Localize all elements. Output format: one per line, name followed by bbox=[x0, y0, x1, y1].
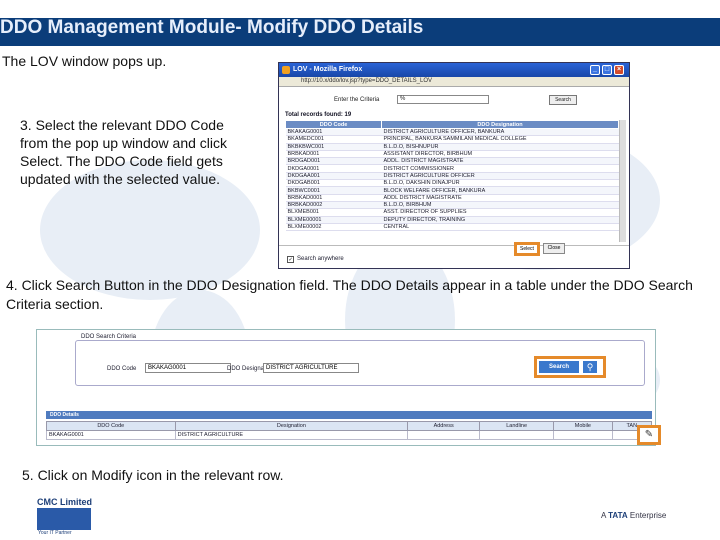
cmc-logo bbox=[37, 508, 91, 530]
ddo-code-label: DDO Code bbox=[107, 366, 137, 372]
slide-title: DDO Management Module- Modify DDO Detail… bbox=[0, 17, 424, 38]
lov-cell-code: BRBKAD001 bbox=[285, 150, 382, 159]
lov-close-button[interactable]: Close bbox=[543, 243, 565, 254]
results-cell bbox=[407, 430, 481, 440]
lov-cell-code: BLXMEB001 bbox=[285, 208, 382, 217]
lov-cell-code: BKAMEDC001 bbox=[285, 135, 382, 144]
lov-row[interactable]: BKAKAG0001 DISTRICT AGRICULTURE OFFICER, … bbox=[285, 128, 619, 137]
lov-title: LOV - Mozilla Firefox bbox=[293, 66, 363, 73]
table-row[interactable]: BKAKAG0001 DISTRICT AGRICULTURE bbox=[46, 430, 653, 440]
lov-cell-designation: DEPUTY DIRECTOR, TRAINING bbox=[381, 216, 619, 224]
lov-row[interactable]: BKBWC0001 BLOCK WELFARE OFFICER, BANKURA bbox=[285, 186, 619, 195]
search-anywhere-label: Search anywhere bbox=[297, 256, 344, 262]
lov-cell-designation: DISTRICT AGRICULTURE OFFICER bbox=[381, 172, 619, 181]
lov-cell-code: BRBKAD0001 bbox=[285, 194, 382, 202]
lov-cell-designation: PRINCIPAL, BANKURA SAMMILANI MEDICAL COL… bbox=[381, 135, 619, 144]
lov-cell-designation: B.L.D.O, DAKSHIN DINAJPUR bbox=[381, 179, 619, 188]
lov-cell-designation: DISTRICT COMMISSIONER bbox=[381, 164, 619, 173]
lov-row[interactable]: DKDGA0001 DISTRICT COMMISSIONER bbox=[285, 164, 619, 173]
lov-cell-designation: BLOCK WELFARE OFFICER, BANKURA bbox=[381, 186, 619, 195]
lov-cell-designation: ADDL. DISTRICT MAGISTRATE bbox=[381, 157, 619, 166]
lov-table: DDO Code DDO Designation BKAKAG0001 DISTR… bbox=[285, 120, 619, 232]
lov-cell-designation: CENTRAL bbox=[381, 223, 619, 232]
tata-brand: TATA bbox=[608, 511, 628, 520]
modify-icon[interactable]: ✎ bbox=[637, 425, 661, 445]
lov-cell-code: BLXME00001 bbox=[285, 216, 382, 224]
records-found: Total records found: 19 bbox=[285, 112, 352, 118]
lov-scrollbar[interactable] bbox=[619, 120, 626, 242]
search-icon: ⚲ bbox=[583, 361, 597, 373]
lov-row[interactable]: BLXMEB001 ASST. DIRECTOR OF SUPPLIES bbox=[285, 208, 619, 217]
results-cell: BKAKAG0001 bbox=[46, 430, 176, 440]
lov-cell-code: BKBKBWC001 bbox=[285, 143, 382, 151]
cmc-name: CMC Limited bbox=[37, 497, 92, 507]
criteria-input[interactable]: % bbox=[397, 95, 489, 104]
lov-cell-designation: DISTRICT AGRICULTURE OFFICER, BANKURA bbox=[381, 128, 619, 137]
results-col-header: DDO Code bbox=[46, 421, 176, 431]
lov-cell-designation: ASSISTANT DIRECTOR, BIRBHUM bbox=[381, 150, 619, 159]
results-col-header: Designation bbox=[174, 421, 409, 431]
tata-suffix: Enterprise bbox=[629, 511, 667, 520]
lov-row[interactable]: BRBKAD0001 ADDL DISTRICT MAGISTRATE bbox=[285, 194, 619, 202]
lov-cell-designation: B.L.D.O, BIRBHUM bbox=[381, 201, 619, 210]
lov-cell-code: BLXME00002 bbox=[285, 223, 382, 232]
search-anywhere-checkbox[interactable]: ✓ bbox=[287, 256, 294, 263]
lov-cell-code: DKDGA0001 bbox=[285, 164, 382, 173]
lov-row[interactable]: BRBKAD0002 B.L.D.O, BIRBHUM bbox=[285, 201, 619, 210]
lov-search-row: Enter the Criteria % Search bbox=[279, 91, 629, 107]
lov-cell-code: BKAKAG0001 bbox=[285, 128, 382, 137]
col-ddo-code: DDO Code bbox=[285, 120, 382, 129]
lov-cell-code: DKDGAA001 bbox=[285, 172, 382, 181]
tata-logo: A TATA Enterprise bbox=[601, 511, 666, 520]
lov-row[interactable]: BKAMEDC001 PRINCIPAL, BANKURA SAMMILANI M… bbox=[285, 135, 619, 144]
tata-prefix: A bbox=[601, 511, 606, 520]
results-col-header: Mobile bbox=[553, 421, 613, 431]
lov-cell-code: BRBKAD0002 bbox=[285, 201, 382, 210]
ddo-designation-field[interactable]: DISTRICT AGRICULTURE bbox=[263, 363, 359, 373]
search-criteria-legend: DDO Search Criteria bbox=[81, 334, 137, 340]
col-ddo-designation: DDO Designation bbox=[381, 120, 619, 129]
lov-row[interactable]: BKBKBWC001 B.L.D.O, BISHNUPUR bbox=[285, 143, 619, 151]
results-cell bbox=[553, 430, 613, 440]
lov-cell-code: DKDGAB001 bbox=[285, 179, 382, 188]
ddo-search-button[interactable]: Search ⚲ bbox=[534, 356, 606, 378]
close-icon[interactable]: × bbox=[614, 65, 624, 75]
lov-row[interactable]: BLXME00002 CENTRAL bbox=[285, 223, 619, 232]
lov-footer: ✓ Search anywhere Select Close bbox=[279, 242, 629, 269]
step4-text: 4. Click Search Button in the DDO Design… bbox=[6, 277, 693, 312]
results-col-header: Address bbox=[407, 421, 481, 431]
minimize-icon[interactable]: _ bbox=[590, 65, 600, 75]
lov-window: LOV - Mozilla Firefox _ □ × http://10.x/… bbox=[278, 62, 630, 269]
lov-cell-code: BRDGAD001 bbox=[285, 157, 382, 166]
criteria-label: Enter the Criteria bbox=[334, 97, 380, 103]
firefox-icon bbox=[282, 66, 290, 74]
step3-text: 3. Select the relevant DDO Code from the… bbox=[20, 117, 227, 187]
lov-cell-code: BKBWC0001 bbox=[285, 186, 382, 195]
lov-row[interactable]: DKDGAA001 DISTRICT AGRICULTURE OFFICER bbox=[285, 172, 619, 181]
ddo-details-header: DDO Details bbox=[46, 411, 652, 419]
lov-row[interactable]: BRDGAD001 ADDL. DISTRICT MAGISTRATE bbox=[285, 157, 619, 166]
lov-row[interactable]: DKDGAB001 B.L.D.O, DAKSHIN DINAJPUR bbox=[285, 179, 619, 188]
maximize-icon[interactable]: □ bbox=[602, 65, 612, 75]
ddo-details-table: DDO Code Designation Address Landline Mobile… bbox=[46, 421, 653, 440]
lov-row[interactable]: BRBKAD001 ASSISTANT DIRECTOR, BIRBHUM bbox=[285, 150, 619, 159]
lov-search-button[interactable]: Search bbox=[549, 95, 577, 105]
search-button-label: Search bbox=[539, 361, 579, 373]
lov-row[interactable]: BLXME00001 DEPUTY DIRECTOR, TRAINING bbox=[285, 216, 619, 224]
ddo-code-field[interactable]: BKAKAG0001 bbox=[145, 363, 231, 373]
intro-text: The LOV window pops up. bbox=[2, 53, 167, 69]
lov-cell-designation: ADDL DISTRICT MAGISTRATE bbox=[381, 194, 619, 202]
lov-cell-designation: B.L.D.O, BISHNUPUR bbox=[381, 143, 619, 151]
lov-cell-designation: ASST. DIRECTOR OF SUPPLIES bbox=[381, 208, 619, 217]
results-cell: DISTRICT AGRICULTURE bbox=[174, 430, 409, 440]
cmc-tagline: Your IT Partner bbox=[38, 530, 72, 536]
results-cell bbox=[479, 430, 555, 440]
lov-titlebar: LOV - Mozilla Firefox _ □ × bbox=[279, 63, 629, 77]
lov-address-bar: http://10.x/ddo/lov.jsp?type=DDO_DETAILS… bbox=[279, 77, 629, 87]
select-button[interactable]: Select bbox=[514, 242, 540, 256]
step5-text: 5. Click on Modify icon in the relevant … bbox=[22, 467, 284, 483]
results-col-header: Landline bbox=[479, 421, 555, 431]
